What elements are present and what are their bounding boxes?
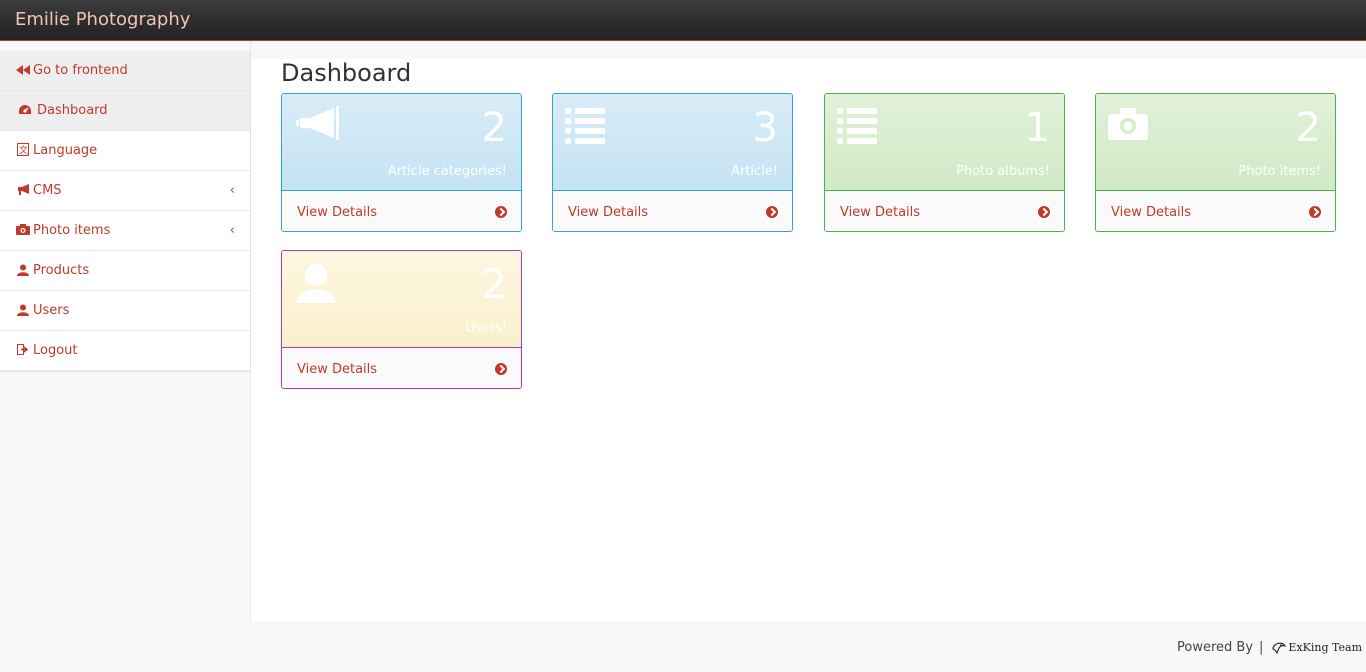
sign-out-icon bbox=[15, 344, 31, 357]
stat-card-articles: 3 Article! View Details bbox=[552, 93, 793, 232]
brand-link[interactable]: Emilie Photography bbox=[15, 9, 190, 30]
view-details-label: View Details bbox=[568, 204, 649, 220]
card-label: Photo items! bbox=[1238, 164, 1321, 179]
arrow-circle-right-icon bbox=[1309, 206, 1321, 218]
card-count: 2 bbox=[1295, 105, 1321, 151]
card-label: Article categories! bbox=[387, 164, 507, 179]
footer-separator: | bbox=[1259, 640, 1264, 655]
arrow-circle-right-icon bbox=[1038, 206, 1050, 218]
top-navbar: Emilie Photography bbox=[0, 0, 1366, 41]
card-count: 2 bbox=[481, 262, 507, 308]
camera-icon bbox=[1108, 106, 1156, 154]
card-count: 2 bbox=[481, 105, 507, 151]
language-icon: 文 bbox=[15, 143, 31, 158]
view-details-link[interactable]: View Details bbox=[282, 190, 521, 231]
page-title: Dashboard bbox=[281, 59, 412, 87]
team-logo-icon bbox=[1272, 642, 1287, 654]
stat-card-users: 2 Users! View Details bbox=[281, 250, 522, 389]
sidebar-item-products[interactable]: Products bbox=[0, 251, 250, 291]
view-details-label: View Details bbox=[1111, 204, 1192, 220]
sidebar-item-label: Dashboard bbox=[37, 103, 108, 118]
sidebar: Go to frontend Dashboard 文 Language CMS … bbox=[0, 51, 250, 371]
view-details-link[interactable]: View Details bbox=[282, 347, 521, 388]
card-header: 3 Article! bbox=[553, 94, 792, 190]
chevron-left-icon: ‹ bbox=[229, 223, 235, 238]
list-icon bbox=[565, 106, 613, 154]
powered-by: Powered By | ExKing Team bbox=[1177, 640, 1362, 655]
dashboard-icon bbox=[17, 104, 33, 118]
sidebar-item-language[interactable]: 文 Language bbox=[0, 131, 250, 171]
card-count: 3 bbox=[752, 105, 778, 151]
stat-card-photo-items: 2 Photo items! View Details bbox=[1095, 93, 1336, 232]
backward-icon bbox=[15, 64, 31, 77]
list-icon bbox=[837, 106, 885, 154]
sidebar-item-go-to-frontend[interactable]: Go to frontend bbox=[0, 51, 250, 91]
svg-text:文: 文 bbox=[19, 144, 28, 156]
user-icon bbox=[294, 263, 342, 311]
sidebar-item-label: CMS bbox=[33, 183, 62, 198]
user-icon bbox=[15, 264, 31, 278]
sidebar-item-label: Products bbox=[33, 263, 90, 278]
sidebar-item-label: Photo items bbox=[33, 223, 111, 238]
card-header: 1 Photo albums! bbox=[825, 94, 1064, 190]
card-label: Users! bbox=[465, 321, 507, 336]
card-count: 1 bbox=[1024, 105, 1050, 151]
view-details-link[interactable]: View Details bbox=[1096, 190, 1335, 231]
bullhorn-icon bbox=[294, 106, 342, 154]
sidebar-item-users[interactable]: Users bbox=[0, 291, 250, 331]
card-label: Article! bbox=[731, 164, 778, 179]
page-footer: Powered By | ExKing Team bbox=[0, 621, 1366, 672]
sidebar-item-label: Language bbox=[33, 143, 98, 158]
arrow-circle-right-icon bbox=[495, 363, 507, 375]
card-label: Photo albums! bbox=[956, 164, 1050, 179]
chevron-left-icon: ‹ bbox=[229, 183, 235, 198]
card-header: 2 Users! bbox=[282, 251, 521, 347]
powered-by-label: Powered By bbox=[1177, 640, 1254, 655]
arrow-circle-right-icon bbox=[495, 206, 507, 218]
arrow-circle-right-icon bbox=[766, 206, 778, 218]
exking-team-logo[interactable]: ExKing Team bbox=[1271, 641, 1362, 655]
sidebar-item-dashboard[interactable]: Dashboard bbox=[0, 91, 250, 131]
sidebar-item-label: Users bbox=[33, 303, 70, 318]
bullhorn-icon bbox=[15, 184, 31, 197]
main-content: Dashboard 2 Article categories! View Det… bbox=[251, 59, 1366, 621]
sidebar-item-logout[interactable]: Logout bbox=[0, 331, 250, 371]
user-icon bbox=[15, 304, 31, 318]
sidebar-item-cms[interactable]: CMS ‹ bbox=[0, 171, 250, 211]
team-name: ExKing Team bbox=[1288, 641, 1362, 654]
view-details-label: View Details bbox=[297, 204, 378, 220]
view-details-label: View Details bbox=[297, 361, 378, 377]
stat-card-article-categories: 2 Article categories! View Details bbox=[281, 93, 522, 232]
sidebar-item-label: Logout bbox=[33, 343, 78, 358]
view-details-link[interactable]: View Details bbox=[825, 190, 1064, 231]
view-details-link[interactable]: View Details bbox=[553, 190, 792, 231]
card-header: 2 Photo items! bbox=[1096, 94, 1335, 190]
sidebar-item-label: Go to frontend bbox=[33, 63, 128, 78]
stat-card-photo-albums: 1 Photo albums! View Details bbox=[824, 93, 1065, 232]
sidebar-item-photo-items[interactable]: Photo items ‹ bbox=[0, 211, 250, 251]
card-header: 2 Article categories! bbox=[282, 94, 521, 190]
view-details-label: View Details bbox=[840, 204, 921, 220]
camera-icon bbox=[15, 224, 31, 237]
